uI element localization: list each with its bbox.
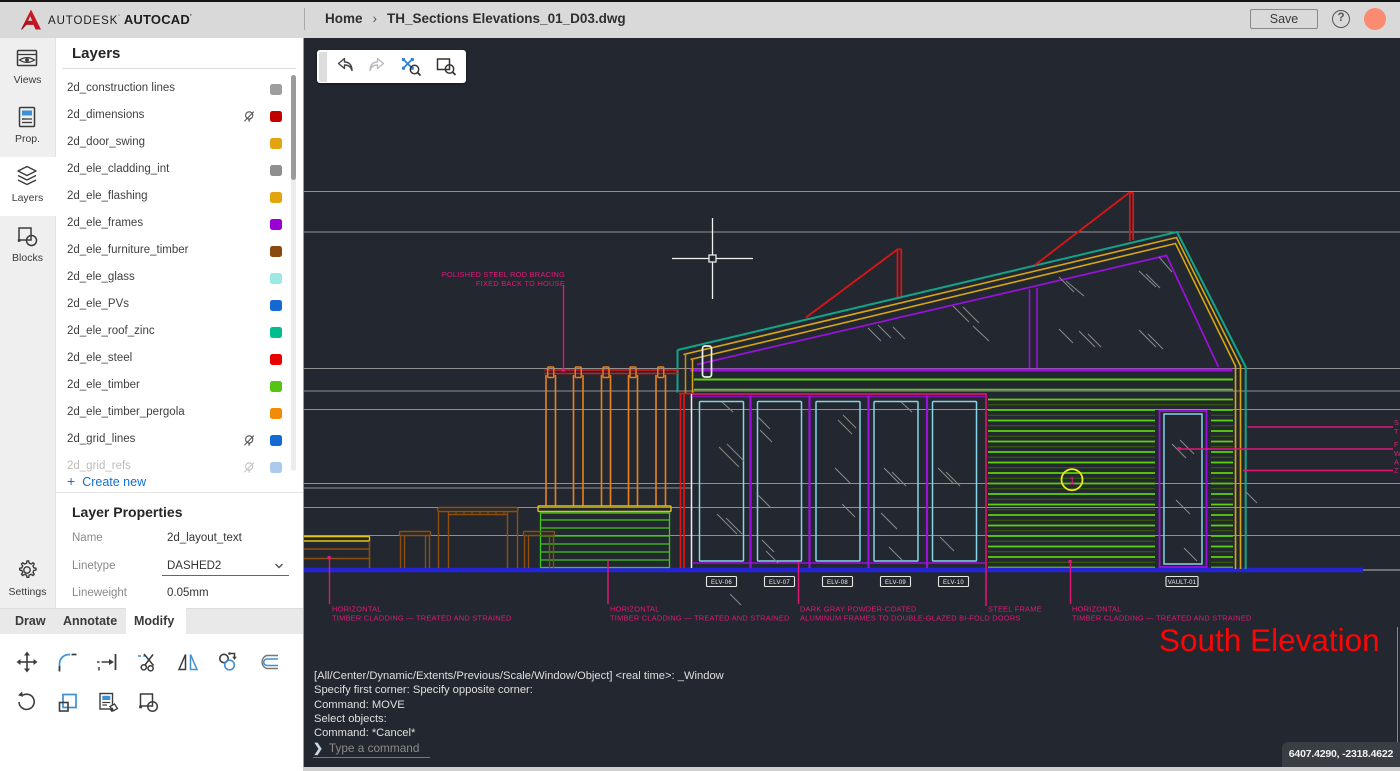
svg-text:HORIZONTAL: HORIZONTAL	[610, 605, 660, 614]
svg-text:ELV-08: ELV-08	[827, 580, 848, 586]
svg-text:ELV-07: ELV-07	[769, 580, 790, 586]
svg-text:ELV-10: ELV-10	[943, 580, 964, 586]
svg-text:VAULT-01: VAULT-01	[1168, 580, 1197, 586]
svg-text:TIMBER CLADDING — TREATED AN: TIMBER CLADDING — TREATED AND STRAINED	[610, 614, 790, 623]
svg-text:FIXED BACK TO HOUSE: FIXED BACK TO HOUSE	[476, 279, 565, 288]
svg-text:South Elevation: South Elevation	[1159, 622, 1380, 658]
svg-text:1: 1	[1069, 476, 1075, 488]
svg-text:ELV-06: ELV-06	[711, 580, 732, 586]
svg-text:TIMBER CLADDING — TREATED AN: TIMBER CLADDING — TREATED AND STRAINED	[332, 614, 512, 623]
svg-text:S: S	[1394, 418, 1399, 427]
svg-text:DARK GRAY POWDER-COATED: DARK GRAY POWDER-COATED	[800, 605, 917, 614]
svg-text:ALUMINUM FRAMES TO DOUBLE-GLAZ: ALUMINUM FRAMES TO DOUBLE-GLAZED BI-FOLD…	[800, 614, 1021, 623]
svg-text:T: T	[1394, 427, 1399, 436]
svg-text:Z: Z	[1394, 466, 1399, 475]
svg-text:F: F	[1394, 440, 1399, 449]
svg-text:HORIZONTAL: HORIZONTAL	[332, 605, 382, 614]
svg-text:POLISHED STEEL ROD BRACING: POLISHED STEEL ROD BRACING	[442, 270, 565, 279]
svg-text:HORIZONTAL: HORIZONTAL	[1072, 605, 1122, 614]
svg-text:ELV-09: ELV-09	[885, 580, 906, 586]
svg-text:STEEL FRAME: STEEL FRAME	[988, 605, 1042, 614]
